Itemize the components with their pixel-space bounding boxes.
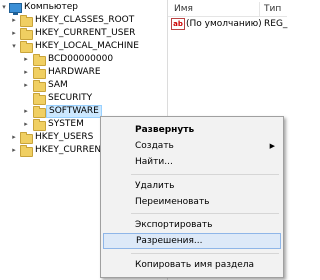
tree-item-hardware[interactable]: ▸ HARDWARE [0, 66, 160, 79]
tree-item-hkey-current-user[interactable]: ▸ HKEY_CURRENT_USER [0, 27, 160, 40]
submenu-arrow-icon: ▶ [269, 142, 275, 150]
column-divider[interactable] [259, 2, 260, 16]
folder-icon [20, 28, 33, 40]
computer-icon [9, 3, 22, 15]
collapse-arrow-icon[interactable]: ▾ [10, 40, 18, 53]
tree-item-label: SECURITY [48, 93, 93, 103]
folder-icon [20, 15, 33, 27]
tree-item-bcd[interactable]: ▸ BCD00000000 [0, 53, 160, 66]
tree-item-sam[interactable]: ▸ SAM [0, 79, 160, 92]
menu-separator [131, 174, 279, 175]
menu-item-delete[interactable]: Удалить [103, 178, 281, 194]
context-menu: Развернуть Создать ▶ Найти... Удалить Пе… [100, 116, 284, 278]
folder-icon [20, 145, 33, 157]
tree-item-label: BCD00000000 [48, 54, 114, 64]
expand-arrow-icon[interactable]: ▸ [22, 105, 30, 118]
tree-item-label: HKEY_USERS [35, 132, 94, 142]
folder-icon [33, 106, 46, 118]
expand-arrow-icon[interactable]: ▸ [22, 53, 30, 66]
collapse-arrow-icon[interactable]: ▾ [0, 1, 8, 14]
tree-item-label-selected: SOFTWARE [46, 105, 102, 118]
menu-item-new[interactable]: Создать ▶ [103, 138, 281, 154]
expand-arrow-icon[interactable]: ▸ [10, 144, 18, 157]
menu-separator [131, 213, 279, 214]
folder-icon [33, 119, 46, 131]
tree-item-hkey-current-config[interactable]: ▸ HKEY_CURREN [0, 144, 100, 157]
tree-item-label: HARDWARE [48, 67, 101, 77]
menu-item-find[interactable]: Найти... [103, 154, 281, 170]
tree-item-label: HKEY_CURREN [35, 145, 100, 155]
menu-item-copy-key-name[interactable]: Копировать имя раздела [103, 257, 281, 273]
menu-item-rename[interactable]: Переименовать [103, 194, 281, 210]
folder-icon [20, 132, 33, 144]
tree-item-label: Компьютер [24, 2, 78, 12]
folder-open-icon [20, 41, 33, 53]
tree-item-computer[interactable]: ▾ Компьютер [0, 1, 160, 15]
expand-arrow-icon[interactable]: ▸ [22, 66, 30, 79]
expand-arrow-icon[interactable]: ▸ [22, 118, 30, 131]
folder-icon [33, 54, 46, 66]
value-name: (По умолчанию) [186, 19, 262, 29]
menu-item-label: Создать [135, 141, 174, 151]
tree-item-label: HKEY_CLASSES_ROOT [35, 15, 135, 25]
menu-item-export[interactable]: Экспортировать [103, 217, 281, 233]
ab-string-icon: ab [171, 18, 185, 30]
menu-separator [131, 253, 279, 254]
tree-item-system[interactable]: ▸ SYSTEM [0, 118, 100, 131]
expand-arrow-icon[interactable]: ▸ [22, 79, 30, 92]
header-divider [168, 16, 287, 17]
tree-item-hkey-local-machine[interactable]: ▾ HKEY_LOCAL_MACHINE [0, 40, 160, 53]
tree-item-hkey-classes-root[interactable]: ▸ HKEY_CLASSES_ROOT [0, 14, 160, 27]
tree-item-label: SAM [48, 80, 68, 90]
value-type: REG_ [264, 19, 288, 29]
folder-icon [33, 93, 46, 105]
tree-item-label: HKEY_LOCAL_MACHINE [35, 41, 139, 51]
column-header-type[interactable]: Тип [264, 2, 281, 16]
expand-arrow-icon[interactable]: ▸ [10, 27, 18, 40]
menu-item-expand[interactable]: Развернуть [103, 122, 281, 138]
expand-arrow-icon[interactable]: ▸ [10, 14, 18, 27]
menu-item-permissions[interactable]: Разрешения... [103, 233, 281, 249]
tree-item-hkey-users[interactable]: ▸ HKEY_USERS [0, 131, 100, 144]
expand-arrow-icon[interactable]: ▸ [10, 131, 18, 144]
tree-item-label: SYSTEM [48, 119, 84, 129]
tree-item-label: HKEY_CURRENT_USER [35, 28, 136, 38]
column-header-name[interactable]: Имя [174, 2, 193, 16]
folder-icon [33, 67, 46, 79]
folder-icon [33, 80, 46, 92]
tree-item-security[interactable]: SECURITY [0, 92, 160, 105]
